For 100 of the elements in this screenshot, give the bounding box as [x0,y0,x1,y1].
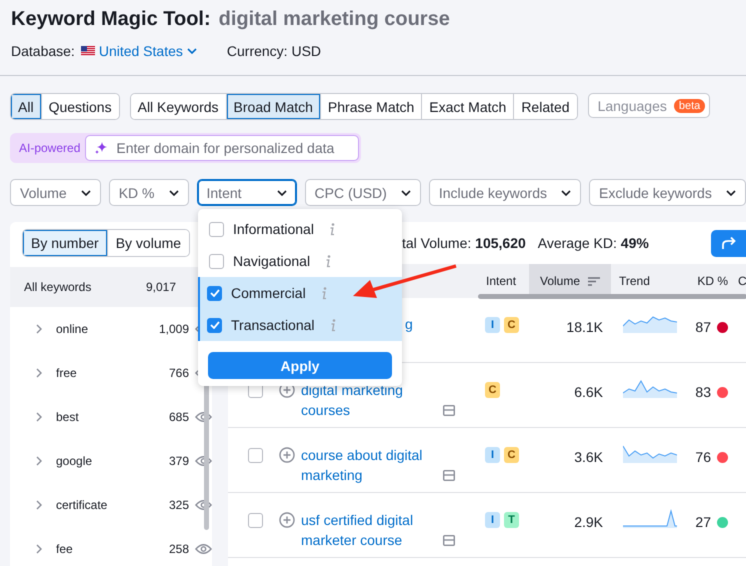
chevron-right-icon[interactable] [36,324,42,334]
intent-badge: I [485,317,500,333]
query-text: digital marketing course [218,8,450,31]
checkbox[interactable] [207,318,222,332]
info-icon [330,318,336,332]
option-label: Transactional [231,317,315,333]
total-volume: tal Volume: 105,620 [402,235,526,251]
flag-icon [80,46,95,56]
info-icon [320,286,327,300]
option-label: Informational [233,221,314,237]
chevron-right-icon[interactable] [36,368,42,378]
intent-option[interactable]: Transactional [198,309,402,341]
serp-icon[interactable] [443,535,455,546]
match-tab[interactable]: Broad Match [226,94,320,119]
info-icon [328,222,335,236]
sparkle-icon [94,141,108,155]
info-icon [325,254,332,268]
currency-label: Currency: USD [226,43,322,59]
domain-field[interactable]: Enter domain for personalized data [85,135,360,161]
group-count: 1,009 [158,322,189,336]
column-header[interactable]: C [736,264,746,298]
apply-button[interactable]: Apply [208,352,392,379]
scrollbar[interactable] [478,294,746,299]
kd-cell: 87 [695,319,711,335]
trend-sparkline [623,379,677,398]
match-tab[interactable]: Related [513,94,577,119]
serp-icon[interactable] [443,405,455,416]
volume-cell-text: 2.9K [573,513,604,530]
filter-dropdown[interactable]: Volume [10,179,101,206]
chevron-down-icon [168,190,178,196]
kd-cell: 27 [695,514,711,530]
chevron-down-icon [400,190,411,196]
serp-icon[interactable] [443,470,455,481]
eye-icon[interactable] [195,499,212,511]
group-name[interactable]: certificate [56,498,169,512]
filter-dropdown[interactable]: Intent [196,179,296,206]
checkbox[interactable] [209,254,224,268]
chevron-down-icon [276,190,286,196]
chevron-down-icon [80,190,91,196]
database-selector[interactable]: United States [80,43,197,59]
group-count: 766 [168,366,189,380]
column-header[interactable]: KD % [680,264,736,298]
keyword-link[interactable]: g [405,316,413,332]
average-kd: Average KD: 49% [538,235,649,251]
group-count: 9,017 [146,280,176,294]
chevron-right-icon[interactable] [36,456,42,466]
intent-option[interactable]: Commercial [198,277,402,309]
intent-badge: I [485,447,500,463]
group-name[interactable]: best [56,410,169,424]
group-count: 379 [168,454,189,468]
chevron-right-icon[interactable] [36,412,42,422]
add-icon[interactable] [279,512,295,528]
filter-tab[interactable]: All [11,94,41,119]
sort-tab[interactable]: By number [23,230,107,256]
keyword-link[interactable]: course about digital marketing [301,445,439,485]
checkbox[interactable] [209,222,224,236]
kd-cell: 83 [695,384,711,400]
column-header[interactable]: Intent [478,264,529,298]
keyword-link[interactable]: usf certified digital marketer course [301,510,439,550]
intent-badge: C [504,447,519,463]
chevron-right-icon[interactable] [36,500,42,510]
trend-sparkline [623,444,677,463]
group-name[interactable]: google [56,454,169,468]
group-name[interactable]: free [56,366,169,380]
filter-tab[interactable]: Questions [40,94,119,119]
option-label: Commercial [231,285,306,301]
chevron-right-icon[interactable] [36,544,42,554]
volume-cell-text: 3.6K [573,448,604,465]
kd-cell: 76 [695,449,711,465]
filter-dropdown[interactable]: Exclude keywords [589,179,746,206]
group-name[interactable]: fee [56,542,169,556]
row-checkbox[interactable] [248,513,263,528]
filter-dropdown[interactable]: CPC (USD) [304,179,421,206]
row-checkbox[interactable] [248,448,263,463]
group-name[interactable]: online [56,322,159,336]
chevron-down-icon [186,48,197,54]
checkbox[interactable] [207,286,222,300]
eye-icon[interactable] [195,411,212,423]
trend-sparkline [623,509,677,528]
option-label: Navigational [233,253,310,269]
filter-dropdown[interactable]: KD % [108,179,188,206]
trend-sparkline [623,314,677,333]
arrow-icon [720,236,737,250]
intent-option[interactable]: Informational [198,213,402,245]
export-button[interactable] [710,230,746,256]
add-icon[interactable] [279,447,295,463]
intent-badge: C [485,382,500,398]
eye-icon[interactable] [195,543,212,555]
column-header[interactable]: Trend [611,264,680,298]
group-count: 258 [168,542,189,556]
eye-icon[interactable] [195,455,212,467]
volume-cell-text: 6.6K [573,383,604,400]
filter-dropdown[interactable]: Include keywords [428,179,582,206]
intent-badge: I [485,512,500,528]
intent-badge: C [504,317,519,333]
beta-badge: beta [674,98,706,112]
group-count: 685 [168,410,189,424]
group-name: All keywords [24,280,92,294]
volume-cell-text: 18.1K [565,318,604,335]
sort-tab[interactable]: By volume [106,230,190,256]
